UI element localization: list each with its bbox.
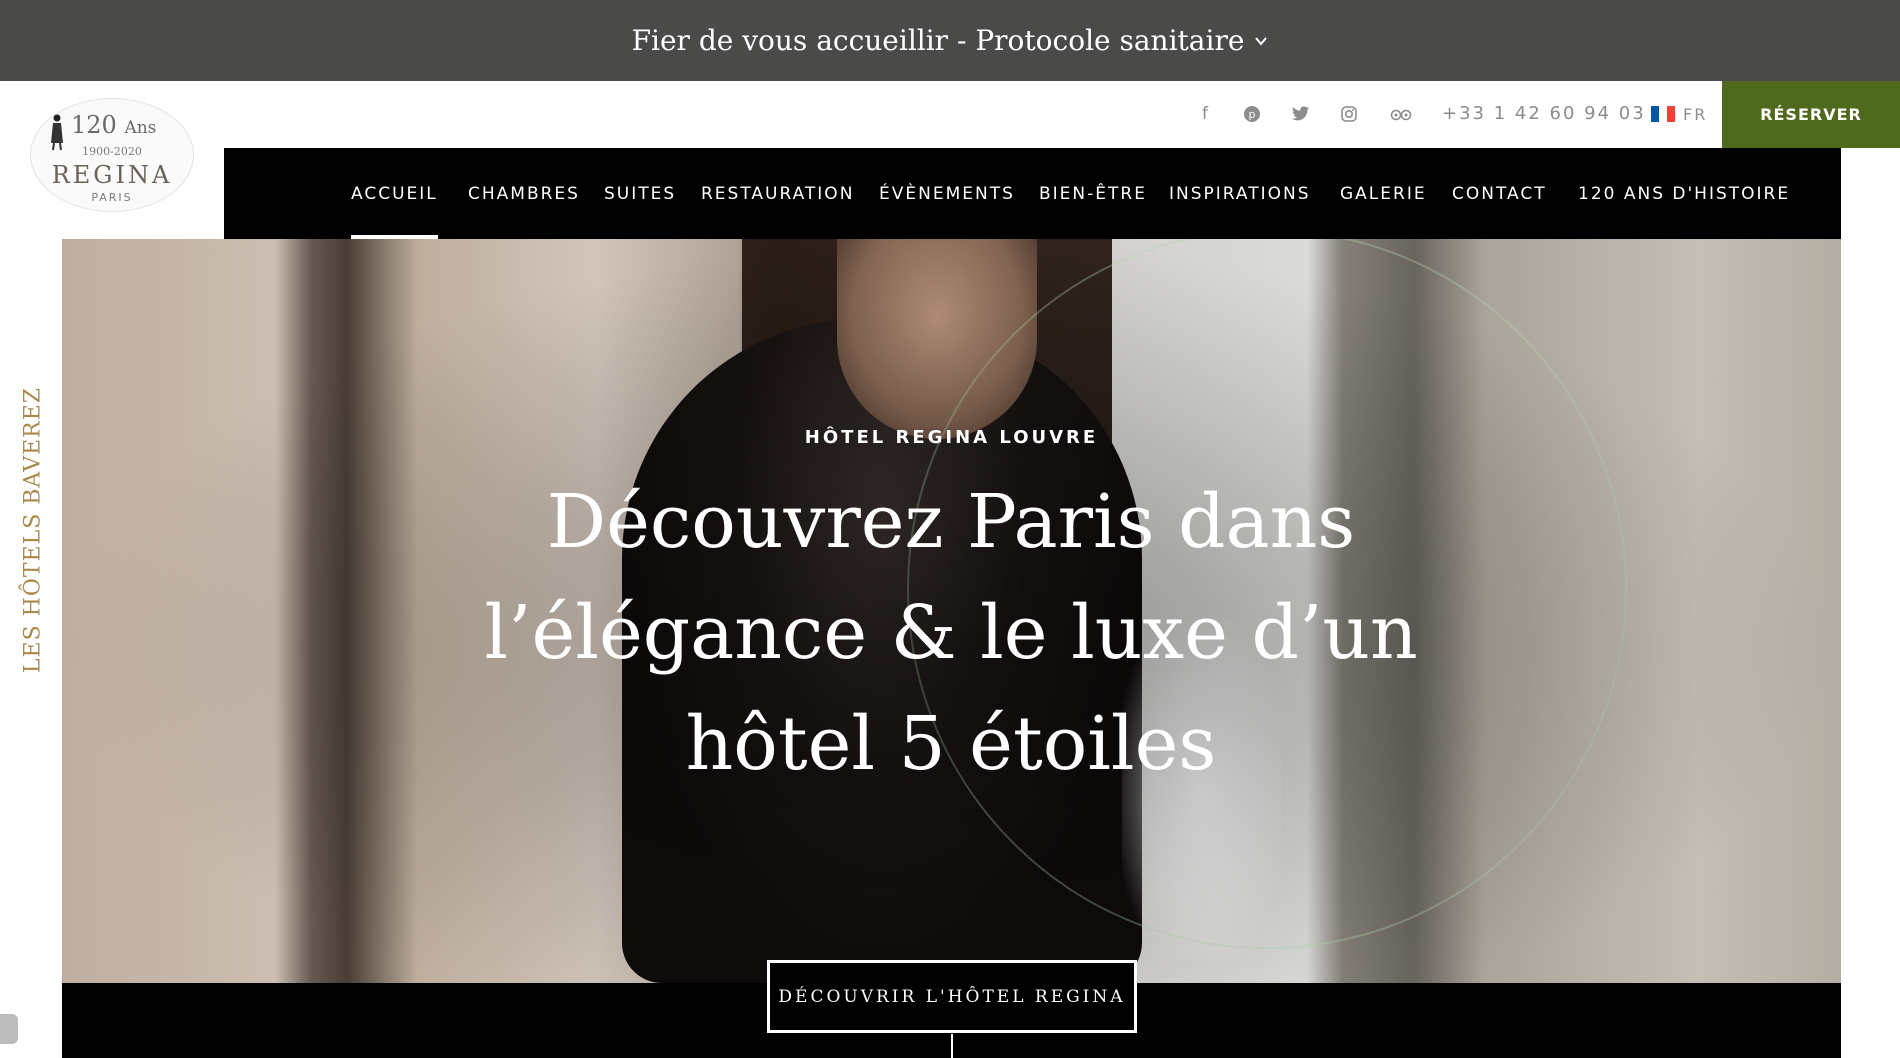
health-protocol-banner[interactable]: Fier de vous accueillir - Protocole sani…: [0, 0, 1900, 81]
facebook-icon[interactable]: f: [1194, 103, 1216, 125]
language-code: FR: [1683, 104, 1708, 124]
france-flag-icon: [1651, 106, 1675, 122]
accessibility-tab[interactable]: [0, 1014, 18, 1044]
svg-text:p: p: [1249, 108, 1256, 121]
hero-section: HÔTEL REGINA LOUVRE Découvrez Paris dans…: [62, 239, 1841, 983]
hotel-logo[interactable]: 120 Ans 1900-2020 REGINA PARIS: [30, 98, 194, 212]
logo-anniversary: 120 Ans: [71, 111, 157, 139]
logo-years: 1900-2020: [82, 145, 142, 158]
nav-item-chambres[interactable]: CHAMBRES: [468, 148, 580, 239]
main-nav: ACCUEIL CHAMBRES SUITES RESTAURATION ÉVÈ…: [224, 148, 1841, 239]
scroll-indicator-line: [951, 1034, 953, 1058]
reserve-button[interactable]: RÉSERVER: [1722, 81, 1900, 148]
nav-item-galerie[interactable]: GALERIE: [1340, 148, 1427, 239]
hero-eyebrow: HÔTEL REGINA LOUVRE: [804, 427, 1099, 448]
utility-bar: f p +33 1 42 60 94 03 FR: [0, 81, 1900, 148]
nav-item-inspirations[interactable]: INSPIRATIONS: [1169, 148, 1311, 239]
nav-item-bien-etre[interactable]: BIEN-ÊTRE: [1039, 148, 1147, 239]
tripadvisor-icon[interactable]: [1390, 103, 1412, 125]
nav-item-restauration[interactable]: RESTAURATION: [701, 148, 854, 239]
side-brand-label[interactable]: LES HÔTELS BAVEREZ: [21, 387, 46, 673]
pinterest-icon[interactable]: p: [1241, 103, 1263, 125]
chevron-down-icon: [1255, 36, 1268, 46]
hero-headline: Découvrez Paris dans l’élégance & le lux…: [484, 479, 1418, 787]
instagram-icon[interactable]: [1338, 103, 1360, 125]
nav-item-evenements[interactable]: ÉVÈNEMENTS: [879, 148, 1015, 239]
discover-hotel-button[interactable]: DÉCOUVRIR L'HÔTEL REGINA: [767, 960, 1137, 1033]
nav-item-contact[interactable]: CONTACT: [1452, 148, 1547, 239]
logo-name: REGINA: [51, 161, 173, 189]
nav-item-accueil[interactable]: ACCUEIL: [351, 148, 438, 239]
banner-text: Fier de vous accueillir - Protocole sani…: [631, 24, 1245, 57]
logo-city: PARIS: [91, 191, 133, 204]
nav-item-120-ans-histoire[interactable]: 120 ANS D'HISTOIRE: [1578, 148, 1790, 239]
nav-item-suites[interactable]: SUITES: [604, 148, 676, 239]
twitter-icon[interactable]: [1290, 103, 1312, 125]
language-selector[interactable]: FR: [1651, 103, 1707, 125]
phone-number[interactable]: +33 1 42 60 94 03: [1442, 103, 1646, 125]
